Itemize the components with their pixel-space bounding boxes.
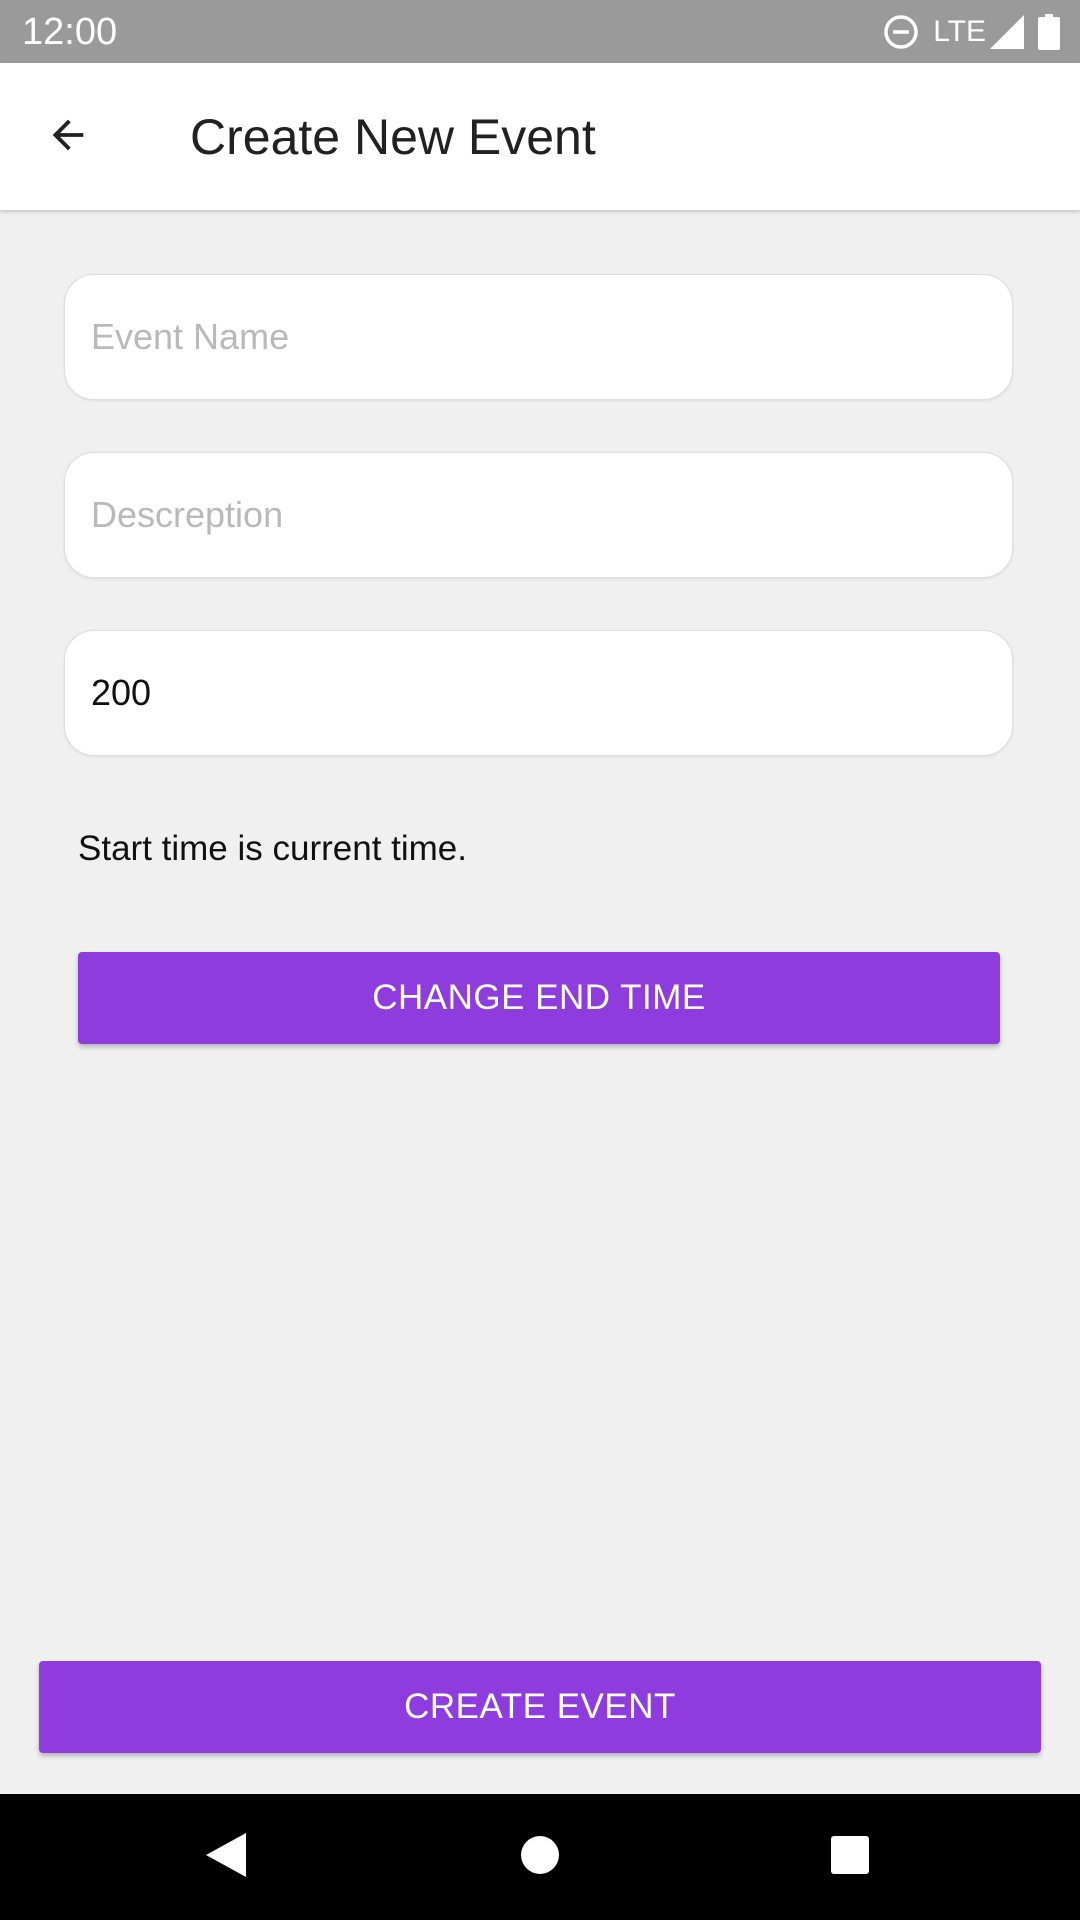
amount-input[interactable] — [91, 631, 971, 755]
description-card — [64, 452, 1013, 578]
description-input[interactable] — [91, 453, 971, 577]
battery-icon — [1038, 14, 1060, 50]
nav-recents-button[interactable] — [820, 1827, 880, 1887]
event-name-input[interactable] — [91, 275, 971, 399]
arrow-back-icon — [45, 112, 91, 163]
create-event-button[interactable]: CREATE EVENT — [39, 1661, 1041, 1753]
nav-recents-icon — [829, 1834, 871, 1881]
nav-back-button[interactable] — [196, 1827, 256, 1887]
back-button[interactable] — [30, 105, 106, 169]
nav-home-icon — [518, 1833, 562, 1882]
network-type: LTE — [933, 15, 986, 48]
start-time-note: Start time is current time. — [78, 829, 467, 868]
nav-back-icon — [204, 1831, 248, 1884]
signal-icon — [990, 15, 1024, 49]
navigation-bar — [0, 1794, 1080, 1920]
status-icons: LTE — [883, 12, 1060, 52]
nav-home-button[interactable] — [510, 1827, 570, 1887]
screen: 12:00 LTE Create New Event Event Name De… — [0, 0, 1080, 1920]
amount-card — [64, 630, 1013, 756]
status-time: 12:00 — [22, 11, 118, 53]
status-bar: 12:00 LTE — [0, 0, 1080, 63]
do-not-disturb-icon — [883, 14, 919, 50]
change-end-time-button[interactable]: CHANGE END TIME — [78, 952, 1000, 1044]
page-title: Create New Event — [190, 109, 596, 165]
app-bar: Create New Event — [0, 63, 1080, 210]
event-name-card — [64, 274, 1013, 400]
